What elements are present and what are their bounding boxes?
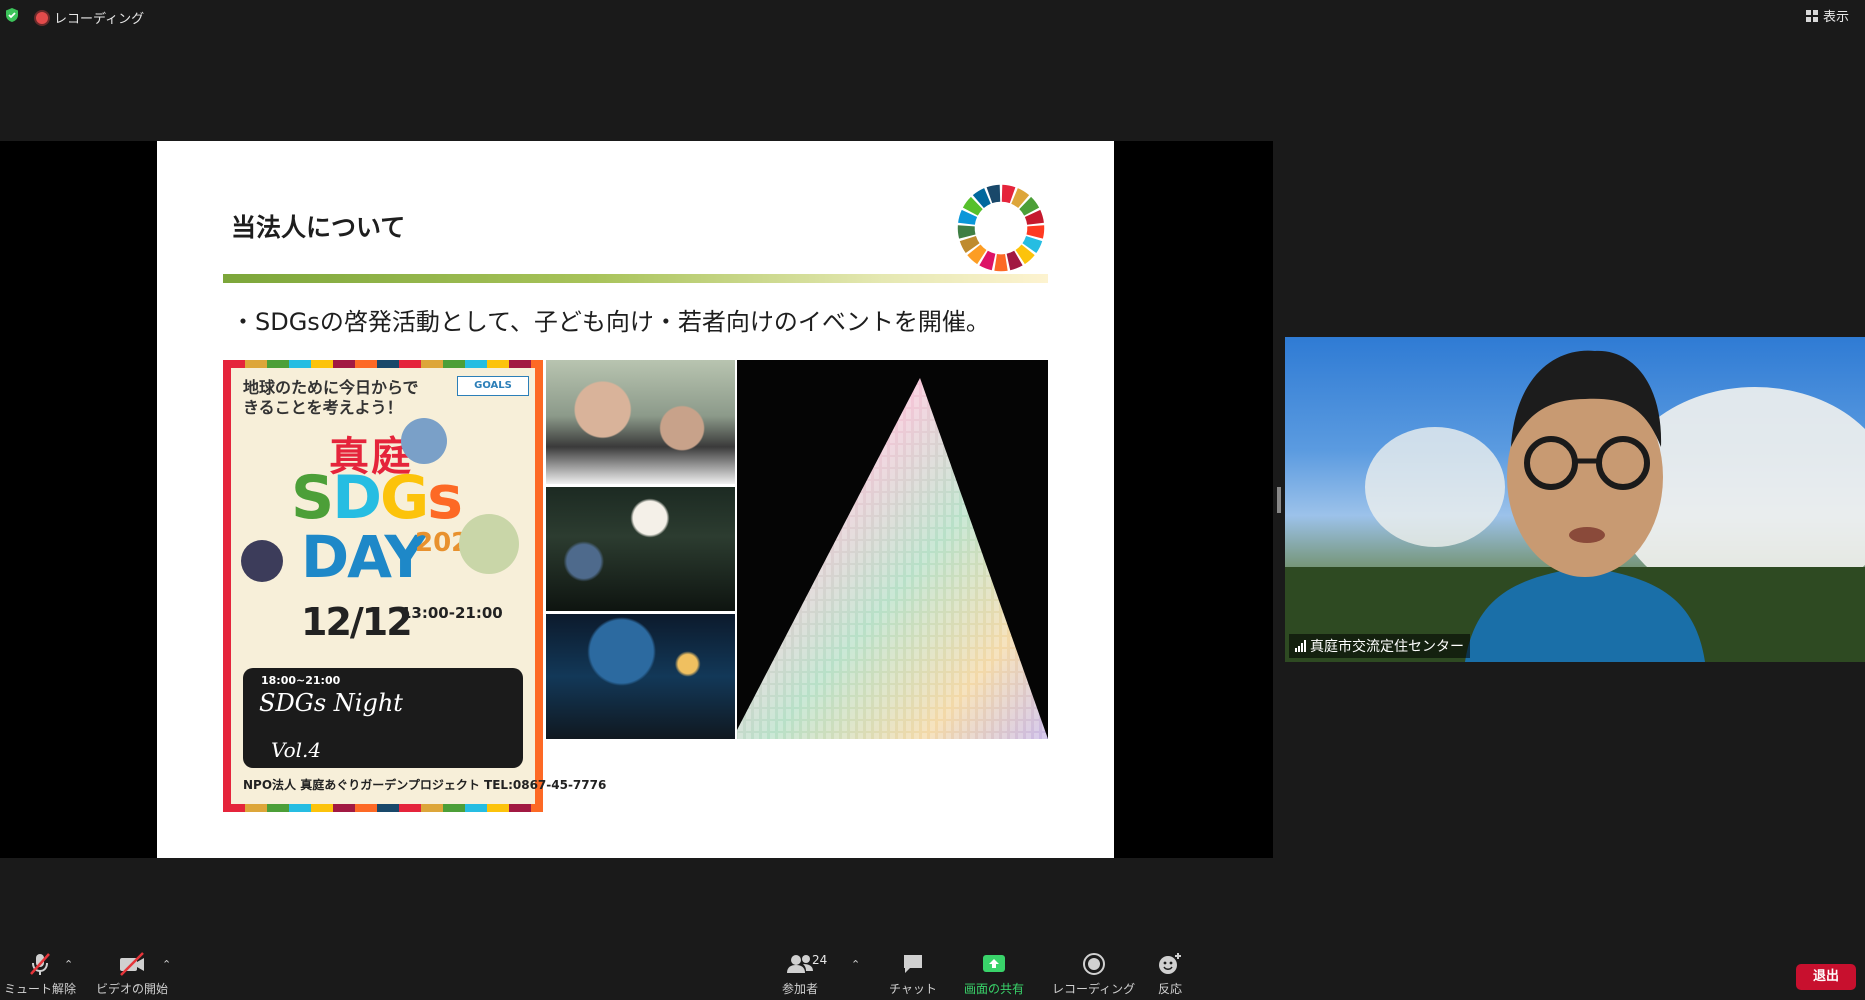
participant-video-frame: [1285, 350, 1865, 662]
bottle-tree-graphic: [737, 378, 1048, 739]
unmute-label: ミュート解除: [4, 982, 77, 996]
record-button[interactable]: レコーディング: [1052, 950, 1135, 997]
chat-button[interactable]: チャット: [889, 950, 937, 997]
event-photo-crowd: [546, 614, 735, 739]
video-off-icon: [117, 950, 147, 978]
shared-screen: 当法人について ・SDGsの啓発活動として、子ども向け・若者向けのイベントを開催…: [0, 141, 1273, 858]
slide-bullet: ・SDGsの啓発活動として、子ども向け・若者向けのイベントを開催。: [231, 308, 990, 336]
recording-indicator[interactable]: レコーディング: [36, 8, 144, 27]
poster-sdgs: SDGs: [291, 468, 463, 528]
participants-button[interactable]: 24 参加者: [782, 950, 827, 997]
view-label: 表示: [1822, 10, 1849, 25]
participant-name-tag: 真庭市交流定住センター: [1289, 634, 1470, 658]
bottle-tree-photo: [737, 360, 1048, 739]
top-bar: レコーディング 表示: [0, 0, 1865, 30]
sdgs-wheel-segment: [1026, 225, 1045, 239]
recording-label: レコーディング: [54, 12, 145, 27]
participants-label: 参加者: [782, 982, 819, 996]
poster-day: DAY: [301, 523, 426, 591]
sdgs-wheel-segment: [957, 225, 976, 239]
audio-options-chevron-icon[interactable]: ⌃: [64, 958, 73, 971]
poster-night-panel: 18:00~21:00 SDGs Night Vol.4: [243, 668, 523, 768]
event-photo-people: [546, 360, 735, 484]
poster-contact: NPO法人 真庭あぐりガーデンプロジェクト TEL:0867-45-7776: [243, 778, 607, 792]
video-options-chevron-icon[interactable]: ⌃: [162, 958, 171, 971]
start-video-label: ビデオの開始: [96, 982, 169, 996]
security-shield-icon[interactable]: [4, 7, 20, 23]
sdgs-wheel-segment: [994, 254, 1008, 272]
panel-resize-handle[interactable]: [1277, 487, 1281, 513]
chat-label: チャット: [889, 982, 937, 996]
night-title: SDGs Night: [259, 689, 403, 717]
share-screen-label: 画面の共有: [964, 982, 1025, 996]
chat-icon: [900, 950, 926, 978]
poster-photo-bubble: [401, 418, 447, 464]
reactions-button[interactable]: 反応: [1156, 950, 1184, 997]
night-vol: Vol.4: [271, 738, 322, 762]
share-screen-icon: [980, 950, 1008, 978]
muted-mic-icon: [27, 950, 53, 978]
share-screen-button[interactable]: 画面の共有: [964, 950, 1024, 997]
title-underline: [223, 274, 1048, 283]
leave-button[interactable]: 退出: [1796, 964, 1856, 990]
participants-icon: [785, 950, 815, 978]
participant-video[interactable]: 真庭市交流定住センター: [1285, 337, 1865, 662]
slide-title: 当法人について: [231, 213, 406, 242]
reactions-icon: [1156, 950, 1184, 978]
reactions-label: 反応: [1157, 982, 1182, 996]
event-poster: 地球のために今日からできることを考えよう！ GOALS 真庭 SDGs DAY …: [223, 360, 607, 812]
poster-time: 13:00-21:00: [401, 604, 503, 622]
participants-options-chevron-icon[interactable]: ⌃: [851, 958, 860, 971]
poster-headline: 地球のために今日からできることを考えよう！: [243, 378, 419, 417]
recording-dot-icon: [36, 11, 48, 24]
sdgs-wheel-icon: [957, 184, 1045, 272]
poster-photo-bubble: [241, 540, 283, 582]
poster-goals-badge: GOALS: [457, 376, 529, 396]
poster-date: 12/12: [301, 600, 413, 644]
participant-name: 真庭市交流定住センター: [1310, 639, 1464, 655]
grid-view-icon: [1805, 9, 1818, 22]
start-video-button[interactable]: ビデオの開始: [96, 950, 168, 997]
event-photo-night-venue: [546, 487, 735, 611]
record-icon: [1081, 950, 1107, 978]
view-button[interactable]: 表示: [1805, 6, 1849, 25]
record-label: レコーディング: [1052, 982, 1136, 996]
presentation-slide: 当法人について ・SDGsの啓発活動として、子ども向け・若者向けのイベントを開催…: [157, 141, 1114, 858]
participants-count: 24: [812, 953, 828, 967]
poster-sdgs-s2: s: [427, 463, 463, 533]
meeting-toolbar: ミュート解除 ⌃ ビデオの開始 ⌃ 24 参加者 ⌃ チャット 画面の共有 レコ…: [0, 944, 1865, 1000]
signal-strength-icon: [1295, 640, 1306, 652]
poster-photo-bubble: [459, 514, 519, 574]
night-time: 18:00~21:00: [261, 674, 341, 687]
